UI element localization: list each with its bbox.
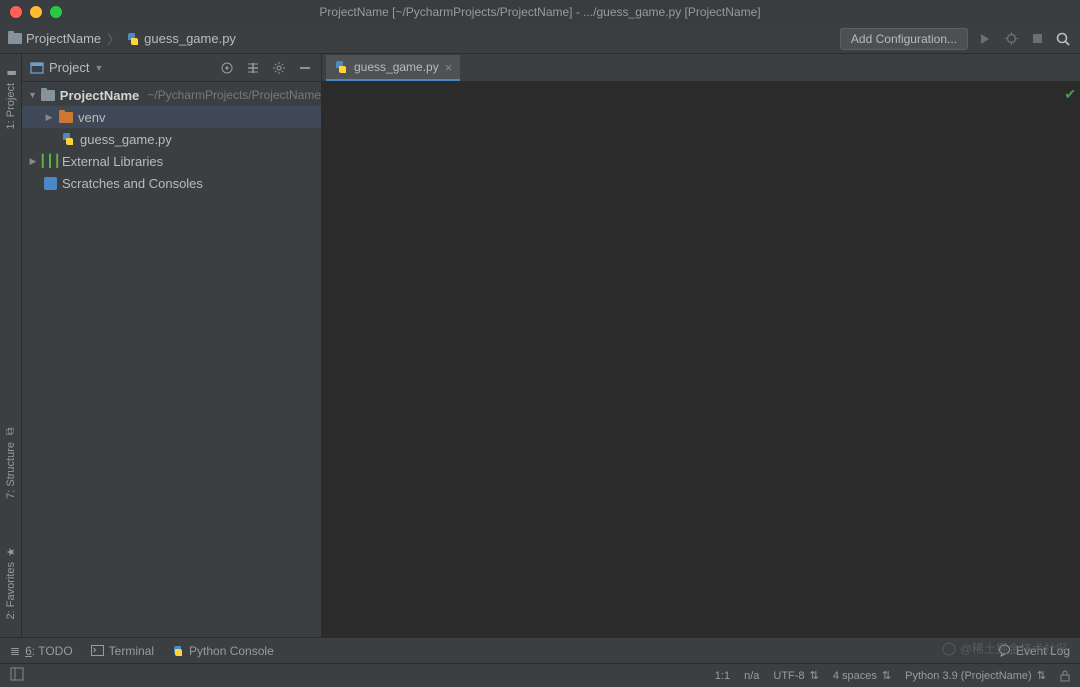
left-tool-rail: 1: Project ▮ 7: Structure ⧉ 2: Favorites… [0, 54, 22, 637]
inspection-ok-icon[interactable]: ✔ [1064, 86, 1076, 103]
editor-tab-label: guess_game.py [354, 60, 439, 74]
project-panel-header: Project ▼ [22, 54, 321, 82]
python-icon [172, 645, 184, 657]
venv-folder-icon [59, 112, 73, 123]
close-window-button[interactable] [10, 6, 22, 18]
file-encoding[interactable]: UTF-8 ⇅ [773, 669, 818, 682]
encoding-label: UTF-8 [773, 670, 804, 682]
python-console-tool-button[interactable]: Python Console [172, 644, 274, 658]
watermark-label: @稀土掘金技术社区 [960, 640, 1068, 657]
navigation-bar: ProjectName 〉 guess_game.py Add Configur… [0, 24, 1080, 54]
tree-root-node[interactable]: ▼ ProjectName ~/PycharmProjects/ProjectN… [22, 84, 321, 106]
editor-area: guess_game.py × ✔ [322, 54, 1080, 637]
run-button[interactable] [976, 30, 994, 48]
close-tab-button[interactable]: × [445, 60, 453, 75]
updown-icon: ⇅ [879, 669, 891, 682]
expand-arrow-icon: ▶ [44, 112, 54, 123]
project-tool-window: Project ▼ ▼ [22, 54, 322, 637]
terminal-tool-button[interactable]: Terminal [91, 644, 154, 658]
settings-button[interactable] [271, 60, 287, 76]
tree-file-label: guess_game.py [80, 132, 172, 147]
breadcrumb-file-label: guess_game.py [144, 31, 236, 46]
structure-icon: ⧉ [4, 427, 17, 435]
tool-windows-button[interactable] [10, 667, 28, 684]
breadcrumb-project-label: ProjectName [26, 31, 101, 46]
python-interpreter[interactable]: Python 3.9 (ProjectName) ⇅ [905, 669, 1046, 682]
line-separator[interactable]: n/a [744, 670, 759, 682]
editor-tab-guess-game[interactable]: guess_game.py × [326, 55, 460, 81]
expand-arrow-icon: ▶ [28, 156, 38, 167]
star-icon: ★ [4, 546, 17, 556]
search-everywhere-button[interactable] [1054, 30, 1072, 48]
list-icon: ≣ [10, 644, 20, 658]
rail-project-tab[interactable]: 1: Project ▮ [3, 58, 19, 137]
tree-external-libs-node[interactable]: ▶ ┃┃┃ External Libraries [22, 150, 321, 172]
project-view-label: Project [49, 60, 89, 75]
navbar-right: Add Configuration... [840, 28, 1072, 50]
tree-scratches-label: Scratches and Consoles [62, 176, 203, 191]
tree-external-label: External Libraries [62, 154, 163, 169]
breadcrumb-separator: 〉 [107, 29, 120, 48]
read-lock-icon[interactable] [1060, 670, 1070, 682]
minimize-window-button[interactable] [30, 6, 42, 18]
breadcrumb: ProjectName 〉 guess_game.py [8, 29, 840, 48]
main-area: 1: Project ▮ 7: Structure ⧉ 2: Favorites… [0, 54, 1080, 637]
stop-button[interactable] [1028, 30, 1046, 48]
project-view-selector[interactable]: Project ▼ [30, 60, 213, 75]
status-bar: 1:1 n/a UTF-8 ⇅ 4 spaces ⇅ Python 3.9 (P… [0, 663, 1080, 687]
hide-button[interactable] [297, 60, 313, 76]
maximize-window-button[interactable] [50, 6, 62, 18]
window-title: ProjectName [~/PycharmProjects/ProjectNa… [319, 5, 760, 19]
breadcrumb-file[interactable]: guess_game.py [126, 31, 236, 46]
scratches-icon [44, 177, 57, 190]
python-file-icon [126, 32, 140, 46]
tree-root-label: ProjectName [60, 88, 139, 103]
bottom-tool-bar: ≣ 6: TODO Terminal Python Console Event … [0, 637, 1080, 663]
terminal-icon [91, 645, 104, 656]
expand-arrow-icon: ▼ [28, 90, 37, 100]
interpreter-label: Python 3.9 (ProjectName) [905, 670, 1032, 682]
libraries-icon: ┃┃┃ [42, 153, 58, 169]
breadcrumb-project[interactable]: ProjectName [8, 31, 101, 46]
todo-tool-button[interactable]: ≣ 6: TODO [10, 644, 73, 658]
tree-file-node[interactable]: guess_game.py [22, 128, 321, 150]
folder-icon: ▮ [4, 69, 17, 75]
rail-favorites-label: 2: Favorites [5, 562, 17, 619]
folder-icon [8, 33, 22, 44]
locate-button[interactable] [219, 60, 235, 76]
updown-icon: ⇅ [1034, 669, 1046, 682]
code-editor[interactable]: ✔ [322, 82, 1080, 637]
tree-venv-label: venv [78, 110, 105, 125]
rail-favorites-tab[interactable]: 2: Favorites ★ [3, 537, 19, 627]
caret-position[interactable]: 1:1 [715, 670, 730, 682]
project-tree: ▼ ProjectName ~/PycharmProjects/ProjectN… [22, 82, 321, 196]
folder-icon [41, 90, 55, 101]
watermark-text: @稀土掘金技术社区 [942, 640, 1068, 657]
indent-label: 4 spaces [833, 670, 877, 682]
rail-project-label: 1: Project [5, 83, 17, 129]
tree-venv-node[interactable]: ▶ venv [22, 106, 321, 128]
tree-root-path: ~/PycharmProjects/ProjectName [147, 88, 321, 102]
editor-tabs: guess_game.py × [322, 54, 1080, 82]
python-console-label: Python Console [189, 644, 274, 658]
indent-config[interactable]: 4 spaces ⇅ [833, 669, 891, 682]
tree-scratches-node[interactable]: Scratches and Consoles [22, 172, 321, 194]
rail-structure-label: 7: Structure [5, 442, 17, 499]
expand-all-button[interactable] [245, 60, 261, 76]
chevron-down-icon: ▼ [94, 63, 103, 73]
terminal-label: Terminal [109, 644, 154, 658]
titlebar: ProjectName [~/PycharmProjects/ProjectNa… [0, 0, 1080, 24]
python-file-icon [334, 60, 348, 74]
add-configuration-button[interactable]: Add Configuration... [840, 28, 968, 50]
python-file-icon [61, 132, 75, 146]
updown-icon: ⇅ [807, 669, 819, 682]
todo-label: 6: TODO [25, 644, 73, 658]
project-view-icon [30, 61, 44, 75]
window-controls [0, 6, 62, 18]
rail-structure-tab[interactable]: 7: Structure ⧉ [3, 417, 19, 507]
logo-icon [942, 642, 956, 656]
debug-button[interactable] [1002, 30, 1020, 48]
